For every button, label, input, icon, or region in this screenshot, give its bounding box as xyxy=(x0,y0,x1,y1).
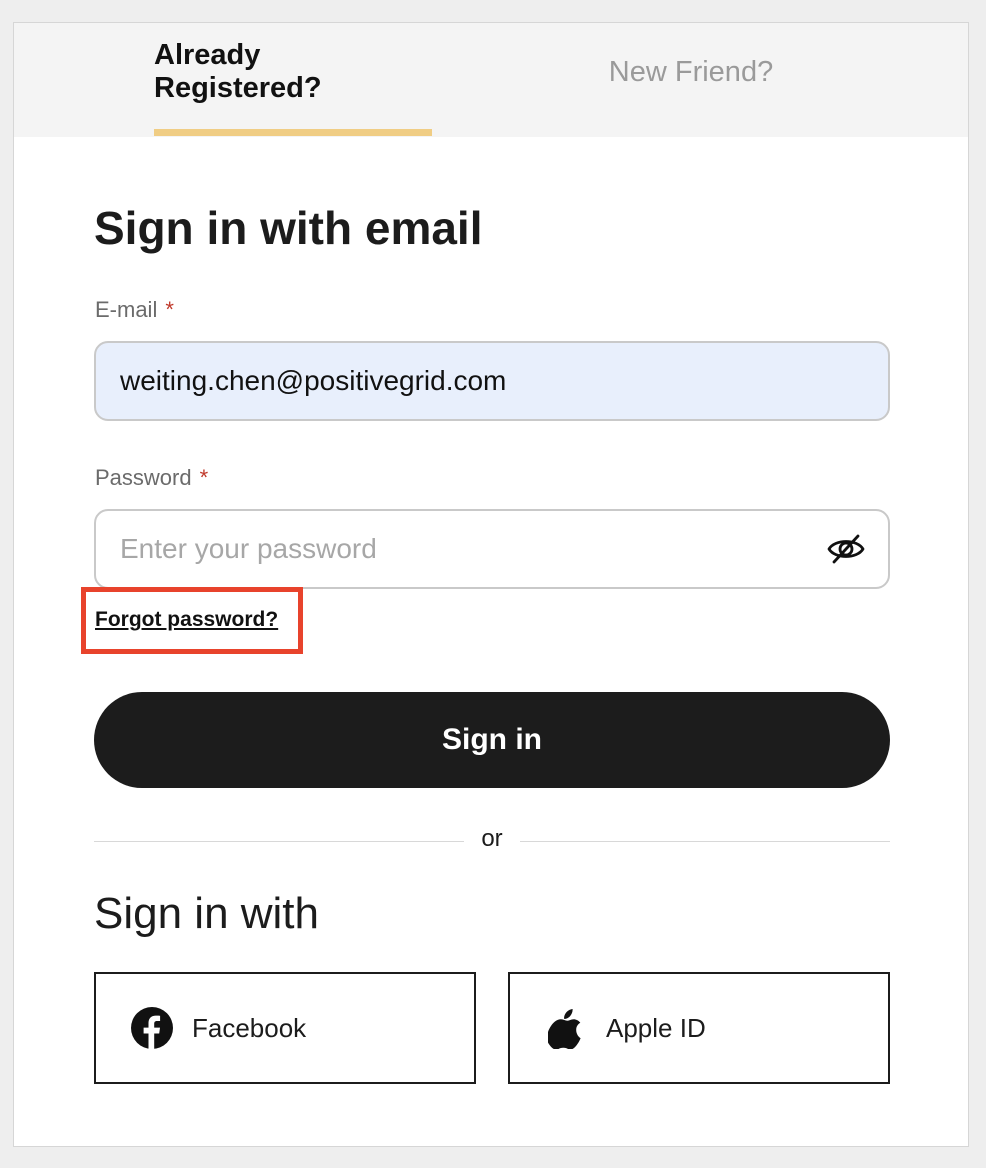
tab-already-registered[interactable]: Already Registered? xyxy=(154,23,432,137)
password-field[interactable] xyxy=(94,509,890,589)
tab-already-registered-label: Already Registered? xyxy=(154,39,322,104)
signin-heading: Sign in with email xyxy=(94,202,483,254)
auth-tabs: Already Registered? New Friend? xyxy=(14,23,968,137)
email-label: E-mail * xyxy=(95,297,174,323)
password-label-text: Password xyxy=(95,465,192,490)
divider-or: or xyxy=(481,825,503,852)
active-tab-indicator xyxy=(154,129,432,136)
facebook-signin-button[interactable]: Facebook xyxy=(94,972,476,1084)
divider-line-right xyxy=(520,841,890,842)
social-signin-heading: Sign in with xyxy=(94,889,320,938)
email-field[interactable] xyxy=(94,341,890,421)
eye-slash-icon[interactable] xyxy=(826,529,866,569)
tab-new-friend[interactable]: New Friend? xyxy=(554,23,828,137)
email-label-text: E-mail xyxy=(95,297,158,322)
apple-id-label: Apple ID xyxy=(606,1012,706,1043)
password-label: Password * xyxy=(95,465,208,491)
tab-new-friend-label: New Friend? xyxy=(608,55,774,88)
forgot-password-link[interactable]: Forgot password? xyxy=(95,608,278,632)
email-required-mark: * xyxy=(165,297,174,322)
apple-signin-button[interactable]: Apple ID xyxy=(508,972,890,1084)
facebook-icon xyxy=(130,1006,174,1050)
signin-button[interactable]: Sign in xyxy=(94,692,890,788)
facebook-label: Facebook xyxy=(192,1012,307,1043)
divider-line-left xyxy=(94,841,464,842)
signin-card: Already Registered? New Friend? Sign in … xyxy=(13,22,969,1147)
password-required-mark: * xyxy=(199,465,209,490)
apple-icon xyxy=(544,1006,588,1050)
